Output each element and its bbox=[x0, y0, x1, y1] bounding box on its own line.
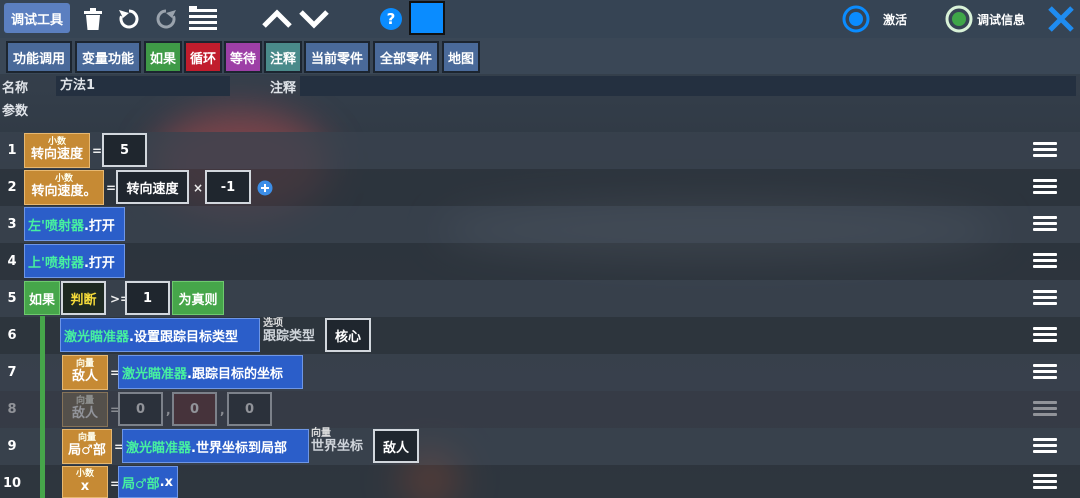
argument-value[interactable]: 敌人 bbox=[373, 429, 419, 463]
value-input[interactable]: -1 bbox=[205, 170, 251, 204]
code-row[interactable] bbox=[0, 132, 1080, 169]
activate-toggle-icon[interactable] bbox=[842, 3, 870, 35]
redo-icon[interactable] bbox=[153, 3, 179, 35]
option-name: 跟踪类型 bbox=[263, 328, 316, 344]
row-menu-icon[interactable] bbox=[1033, 250, 1057, 271]
option-parameter: 选项 跟踪类型 bbox=[263, 318, 315, 352]
value-input[interactable]: 1 bbox=[125, 281, 170, 315]
if-block-scope-bar bbox=[40, 316, 45, 498]
function-call-block[interactable]: 上'喷射器 .打开 bbox=[24, 244, 125, 278]
vector-y-input[interactable]: 0 bbox=[172, 392, 217, 426]
row-menu-icon[interactable] bbox=[1033, 324, 1057, 345]
row-menu-icon[interactable] bbox=[1033, 139, 1057, 160]
name-label: 名称 bbox=[2, 81, 29, 96]
comment-label: 注释 bbox=[270, 81, 297, 96]
params-label: 参数 bbox=[2, 104, 29, 119]
activate-label: 激活 bbox=[882, 12, 907, 27]
function-call-block[interactable]: 局♂部 .x bbox=[118, 466, 178, 498]
category-if[interactable]: 如果 bbox=[144, 41, 182, 73]
argument-title: 向量 bbox=[311, 428, 331, 439]
assign-operator: = bbox=[106, 181, 117, 195]
comment-field[interactable] bbox=[300, 76, 1076, 96]
line-number: 6 bbox=[7, 328, 17, 343]
value-input[interactable]: 5 bbox=[102, 133, 147, 167]
assign-operator: = bbox=[92, 144, 103, 158]
then-block[interactable]: 为真则 bbox=[172, 281, 224, 315]
undo-icon[interactable] bbox=[116, 3, 142, 35]
params-row: 参数 bbox=[0, 98, 1080, 119]
argument-name: 世界坐标 bbox=[311, 438, 364, 454]
method-name-row: 名称 方法1 注释 bbox=[0, 76, 1080, 96]
close-icon[interactable] bbox=[1044, 3, 1078, 35]
vector-x-input[interactable]: 0 bbox=[118, 392, 163, 426]
function-call-block[interactable]: 激光瞄准器 .世界坐标到局部 bbox=[122, 429, 309, 463]
variable-block[interactable]: 小数 x bbox=[62, 466, 108, 498]
variable-reference[interactable]: 转向速度 bbox=[116, 170, 189, 204]
category-variable[interactable]: 变量功能 bbox=[75, 41, 141, 73]
row-menu-icon[interactable] bbox=[1033, 471, 1057, 492]
if-block[interactable]: 如果 bbox=[24, 281, 60, 315]
row-menu-icon[interactable] bbox=[1033, 435, 1057, 456]
option-title: 选项 bbox=[263, 318, 283, 329]
category-wait[interactable]: 等待 bbox=[224, 41, 262, 73]
multiply-operator: × bbox=[193, 181, 204, 195]
debug-info-label: 调试信息 bbox=[976, 12, 1025, 27]
category-all-parts[interactable]: 全部零件 bbox=[373, 41, 439, 73]
row-menu-icon[interactable] bbox=[1033, 361, 1057, 382]
row-menu-icon[interactable] bbox=[1033, 287, 1057, 308]
separator: , bbox=[220, 403, 225, 417]
code-row[interactable] bbox=[0, 243, 1080, 280]
debug-tools-label: 调试工具 bbox=[10, 12, 63, 28]
category-map[interactable]: 地图 bbox=[442, 41, 480, 73]
top-toolbar: 调试工具 ? 激活 调试信息 bbox=[0, 0, 1080, 38]
category-bar: 功能调用 变量功能 如果 循环 等待 注释 当前零件 全部零件 地图 bbox=[0, 38, 1080, 74]
line-number: 5 bbox=[7, 291, 17, 306]
row-menu-icon[interactable] bbox=[1033, 176, 1057, 197]
row-menu-icon[interactable] bbox=[1033, 213, 1057, 234]
add-operand-icon[interactable] bbox=[257, 180, 273, 196]
debug-info-toggle-icon[interactable] bbox=[945, 3, 973, 35]
help-icon[interactable]: ? bbox=[378, 3, 404, 35]
variable-block[interactable]: 小数 转向速度。 bbox=[24, 170, 104, 205]
debug-tools-button[interactable]: 调试工具 bbox=[4, 3, 70, 33]
variable-block[interactable]: 小数 转向速度 bbox=[24, 133, 90, 168]
separator: , bbox=[166, 403, 171, 417]
chevron-up-icon[interactable] bbox=[260, 3, 294, 35]
function-call-block[interactable]: 激光瞄准器 .设置跟踪目标类型 bbox=[60, 318, 260, 352]
line-number: 8 bbox=[7, 402, 17, 417]
category-loop[interactable]: 循环 bbox=[184, 41, 222, 73]
variable-block[interactable]: 向量 局♂部 bbox=[62, 429, 112, 464]
code-row[interactable] bbox=[0, 206, 1080, 243]
category-function-call[interactable]: 功能调用 bbox=[6, 41, 72, 73]
category-comment[interactable]: 注释 bbox=[264, 41, 302, 73]
line-number: 3 bbox=[7, 217, 17, 232]
trash-icon[interactable] bbox=[80, 3, 106, 35]
svg-text:?: ? bbox=[387, 10, 396, 28]
argument-parameter: 向量 世界坐标 bbox=[311, 428, 363, 462]
variable-block[interactable]: 向量 敌人 bbox=[62, 392, 108, 427]
judge-block[interactable]: 判断 bbox=[61, 281, 106, 315]
line-number: 7 bbox=[7, 365, 17, 380]
variable-block[interactable]: 向量 敌人 bbox=[62, 355, 108, 390]
category-current-part[interactable]: 当前零件 bbox=[304, 41, 370, 73]
vector-z-input[interactable]: 0 bbox=[227, 392, 272, 426]
option-value[interactable]: 核心 bbox=[325, 318, 371, 352]
color-swatch[interactable] bbox=[409, 1, 445, 35]
method-name-field[interactable]: 方法1 bbox=[56, 76, 230, 96]
line-number: 10 bbox=[2, 476, 22, 491]
line-number: 9 bbox=[7, 439, 17, 454]
function-call-block[interactable]: 激光瞄准器 .跟踪目标的坐标 bbox=[118, 355, 303, 389]
line-number: 1 bbox=[7, 143, 17, 158]
chevron-down-icon[interactable] bbox=[297, 3, 331, 35]
row-menu-icon[interactable] bbox=[1033, 398, 1057, 419]
line-number: 2 bbox=[7, 180, 17, 195]
function-call-block[interactable]: 左'喷射器 .打开 bbox=[24, 207, 125, 241]
paste-block-icon[interactable] bbox=[186, 3, 220, 35]
line-number: 4 bbox=[7, 254, 17, 269]
